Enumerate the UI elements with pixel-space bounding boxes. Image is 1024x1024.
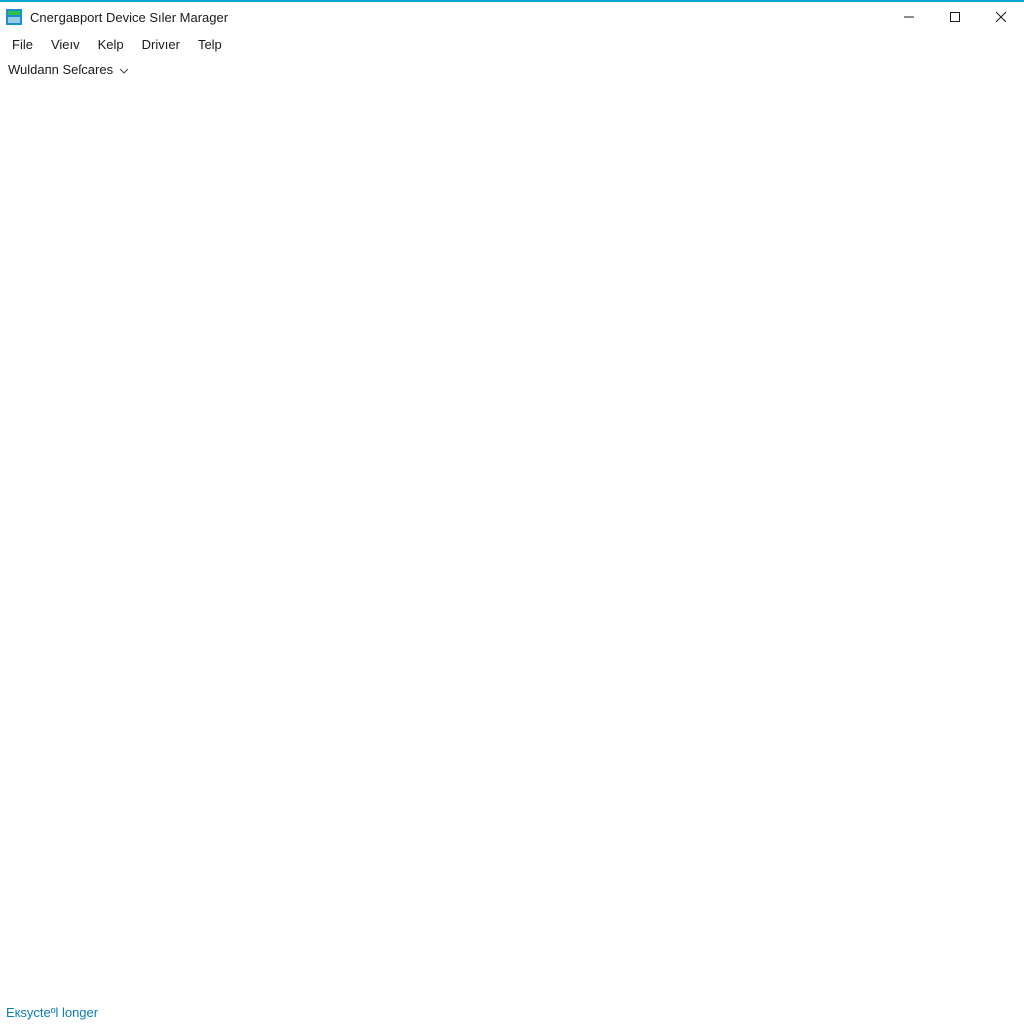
menu-view[interactable]: Vieıv: [43, 35, 88, 54]
menubar: File Vieıv Kelp Drivıer Telp: [0, 32, 1024, 56]
app-icon: [6, 9, 22, 25]
menu-kelp[interactable]: Kelp: [90, 35, 132, 54]
statusbar: Eкsyсteºl longer: [0, 1000, 1024, 1024]
chevron-down-icon: [119, 62, 129, 77]
status-link[interactable]: Eкsyсteºl longer: [6, 1005, 98, 1020]
content-area: [0, 82, 1024, 1000]
toolbar: Wuldaпn Seſcares: [0, 56, 1024, 82]
close-icon: [996, 12, 1006, 22]
window-controls: [886, 2, 1024, 32]
menu-telp[interactable]: Telp: [190, 35, 230, 54]
menu-file[interactable]: File: [4, 35, 41, 54]
app-window: Cnегgaвport Device Sıler Marager: [0, 0, 1024, 1024]
device-dropdown[interactable]: Wuldaпn Seſcares: [4, 60, 133, 79]
titlebar: Cnегgaвport Device Sıler Marager: [0, 2, 1024, 32]
maximize-button[interactable]: [932, 2, 978, 32]
close-button[interactable]: [978, 2, 1024, 32]
minimize-icon: [904, 12, 914, 22]
window-title: Cnегgaвport Device Sıler Marager: [30, 10, 228, 25]
menu-driver[interactable]: Drivıer: [134, 35, 188, 54]
maximize-icon: [950, 12, 960, 22]
minimize-button[interactable]: [886, 2, 932, 32]
device-dropdown-label: Wuldaпn Seſcares: [8, 62, 113, 77]
